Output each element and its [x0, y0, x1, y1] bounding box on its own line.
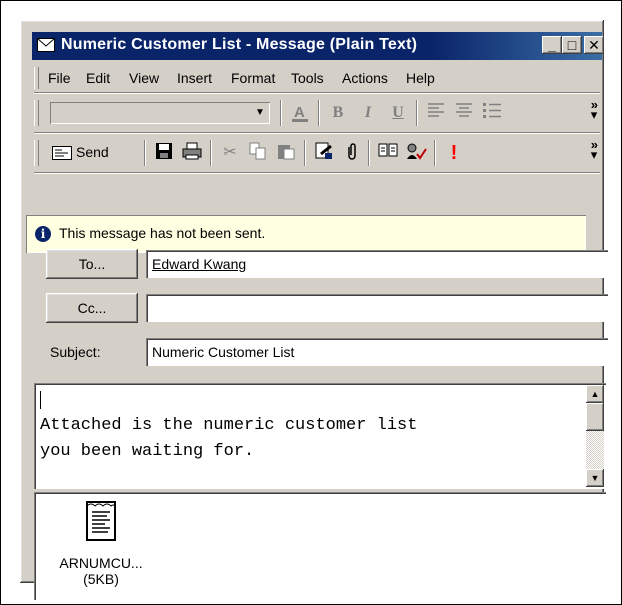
- minimize-button[interactable]: _: [542, 36, 562, 54]
- toolbar-overflow-chevron-icon[interactable]: » ▾: [591, 138, 598, 161]
- check-glyph: [407, 143, 427, 160]
- check-icon[interactable]: [404, 142, 428, 164]
- scroll-up-icon[interactable]: ▲: [586, 385, 604, 403]
- toolbar-overflow-chevron-icon[interactable]: » ▾: [591, 98, 598, 121]
- info-icon: i: [35, 226, 51, 242]
- standard-toolbar: Send ✂ ! » ▾: [34, 136, 600, 170]
- message-window: Numeric Customer List - Message (Plain T…: [20, 20, 608, 600]
- address-book-glyph: [378, 143, 398, 157]
- bold-icon[interactable]: B: [326, 102, 350, 124]
- menu-grip[interactable]: [34, 67, 39, 89]
- toolbar-separator: [144, 140, 146, 166]
- print-icon[interactable]: [180, 142, 204, 164]
- title-bar[interactable]: Numeric Customer List - Message (Plain T…: [32, 32, 604, 60]
- maximize-icon: □: [567, 37, 577, 53]
- info-text: This message has not been sent.: [59, 225, 266, 241]
- close-button[interactable]: ✕: [584, 36, 604, 54]
- send-button[interactable]: Send: [52, 141, 138, 165]
- copy-glyph: [249, 142, 266, 160]
- menu-view[interactable]: View: [129, 70, 159, 86]
- window-title: Numeric Customer List - Message (Plain T…: [61, 36, 418, 53]
- body-text: Attached is the numeric customer list yo…: [40, 413, 417, 465]
- svg-text:A: A: [294, 104, 305, 121]
- attach-icon[interactable]: [340, 142, 364, 164]
- toolbar-separator: [416, 100, 418, 126]
- minimize-icon: _: [548, 37, 556, 53]
- attach-glyph: [348, 143, 356, 160]
- attachment-name: ARNUMCU...: [59, 555, 143, 571]
- menu-insert[interactable]: Insert: [177, 70, 212, 86]
- align-left-glyph: [428, 103, 444, 117]
- text-caret: [40, 391, 41, 409]
- toolbar-separator: [210, 140, 212, 166]
- subject-label: Subject:: [50, 344, 101, 360]
- send-icon: [52, 146, 72, 160]
- menu-actions[interactable]: Actions: [342, 70, 388, 86]
- formatting-toolbar: ▼ A B I U » ▾: [34, 96, 600, 130]
- message-body[interactable]: Attached is the numeric customer list yo…: [34, 383, 606, 489]
- print-glyph: [182, 142, 202, 160]
- check-names-icon[interactable]: [312, 142, 336, 164]
- text-document-icon: [86, 501, 116, 541]
- paste-icon[interactable]: [274, 142, 298, 164]
- toolbar-grip[interactable]: [34, 140, 39, 166]
- center-glyph: [456, 103, 472, 117]
- check-names-glyph: [315, 142, 332, 159]
- menu-tools[interactable]: Tools: [291, 70, 324, 86]
- font-combo[interactable]: ▼: [50, 102, 270, 124]
- separator: [34, 132, 600, 134]
- info-bar: i This message has not been sent.: [26, 215, 586, 253]
- italic-icon[interactable]: I: [356, 102, 380, 124]
- body-scrollbar[interactable]: ▲ ▼: [586, 385, 604, 487]
- subject-value: Numeric Customer List: [152, 344, 295, 360]
- separator: [34, 172, 600, 174]
- underline-icon[interactable]: U: [386, 102, 410, 124]
- scroll-down-icon[interactable]: ▼: [586, 469, 604, 487]
- to-button[interactable]: To...: [46, 249, 138, 279]
- center-icon[interactable]: [452, 102, 476, 124]
- send-label: Send: [76, 144, 109, 160]
- separator: [34, 92, 600, 94]
- toolbar-separator: [318, 100, 320, 126]
- toolbar-separator: [304, 140, 306, 166]
- font-color-icon[interactable]: A: [288, 102, 312, 124]
- chevron-down-icon[interactable]: ▼: [252, 104, 268, 122]
- to-field[interactable]: Edward Kwang: [146, 250, 608, 278]
- cut-icon[interactable]: ✂: [218, 142, 242, 164]
- to-recipient[interactable]: Edward Kwang: [152, 256, 246, 272]
- subject-field[interactable]: Numeric Customer List: [146, 338, 608, 366]
- maximize-button[interactable]: □: [562, 36, 582, 54]
- menu-bar: File Edit View Insert Format Tools Actio…: [34, 66, 600, 90]
- scroll-thumb[interactable]: [586, 403, 604, 431]
- address-book-icon[interactable]: [376, 142, 400, 164]
- bullets-glyph: [483, 103, 501, 118]
- toolbar-separator: [434, 140, 436, 166]
- paste-glyph: [278, 145, 295, 160]
- body-line-2: you been waiting for.: [40, 442, 255, 461]
- toolbar-grip[interactable]: [34, 100, 39, 126]
- body-line-1: Attached is the numeric customer list: [40, 416, 418, 435]
- attachment-item[interactable]: ARNUMCU... (5KB): [56, 500, 146, 587]
- save-icon[interactable]: [152, 142, 176, 164]
- align-left-icon[interactable]: [424, 102, 448, 124]
- menu-file[interactable]: File: [48, 70, 71, 86]
- menu-edit[interactable]: Edit: [86, 70, 110, 86]
- cc-field[interactable]: [146, 294, 608, 322]
- envelope-icon: [37, 38, 55, 52]
- attachment-well: ARNUMCU... (5KB): [34, 492, 606, 600]
- cc-button[interactable]: Cc...: [46, 293, 138, 323]
- menu-help[interactable]: Help: [406, 70, 435, 86]
- bullets-icon[interactable]: [480, 102, 504, 124]
- copy-icon[interactable]: [246, 142, 270, 164]
- font-color-glyph: A: [292, 104, 308, 122]
- importance-high-icon[interactable]: !: [442, 142, 466, 164]
- close-icon: ✕: [588, 37, 600, 53]
- save-glyph: [156, 143, 172, 159]
- attachment-size: (5KB): [83, 571, 119, 587]
- toolbar-separator: [368, 140, 370, 166]
- toolbar-separator: [280, 100, 282, 126]
- menu-format[interactable]: Format: [231, 70, 275, 86]
